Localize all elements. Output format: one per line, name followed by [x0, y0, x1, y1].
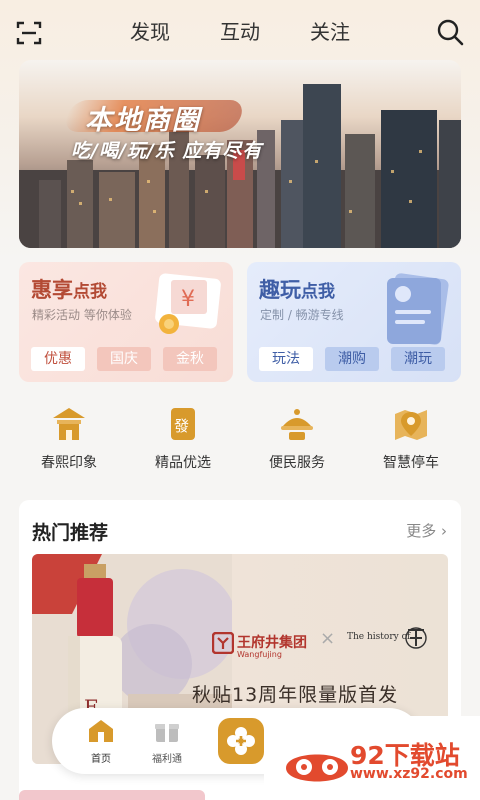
- watermark-url: www.xz92.com: [350, 766, 468, 782]
- gift-icon: [155, 724, 179, 742]
- map-pin-icon: [395, 410, 427, 440]
- service-bell-icon: [281, 409, 313, 440]
- banner-carousel[interactable]: 本地商圈 吃/喝/玩/乐 应有尽有: [19, 60, 461, 248]
- service-premium[interactable]: 發 精品优选: [133, 404, 233, 472]
- banner-subtitle: 吃/喝/玩/乐 应有尽有: [71, 140, 263, 162]
- card-title-small: 点我: [73, 282, 107, 302]
- card-tags: 玩法 潮购 潮玩: [259, 347, 445, 371]
- card-subtitle: 定制 / 畅游专线: [260, 308, 344, 322]
- service-parking[interactable]: 智慧停车: [361, 404, 461, 472]
- home-icon: [89, 720, 113, 742]
- svg-text:¥: ¥: [181, 287, 195, 312]
- dock-label: 福利通: [152, 754, 182, 765]
- tag-discount[interactable]: 优惠: [31, 347, 85, 371]
- card-title: 惠享点我: [31, 274, 107, 304]
- brand-name: 王府井集团: [237, 635, 307, 651]
- promo-card-huixiang[interactable]: 惠享点我 精彩活动 等你体验 ¥ 优惠 国庆 金秋: [19, 262, 233, 382]
- promo-card-quwan[interactable]: 趣玩点我 定制 / 畅游专线 玩法 潮购 潮玩: [247, 262, 461, 382]
- close-icon: ×: [320, 628, 336, 649]
- section-title: 热门推荐: [32, 522, 109, 544]
- card-title-main: 趣玩: [259, 277, 301, 302]
- tab-follow[interactable]: 关注: [300, 18, 360, 46]
- wangfujing-logo: [212, 632, 234, 654]
- tab-interact[interactable]: 互动: [210, 18, 270, 46]
- next-card-peek: [19, 790, 205, 800]
- dock-item-home[interactable]: 首页: [76, 718, 126, 765]
- fa-badge-icon: 發: [171, 408, 195, 440]
- banner-title: 本地商圈: [85, 105, 201, 136]
- partner-logo: [405, 627, 427, 649]
- service-label: 精品优选: [155, 455, 211, 471]
- tag-autumn[interactable]: 金秋: [163, 347, 217, 371]
- plus-icon: [227, 727, 255, 755]
- top-bar: 发现 互动 关注: [0, 0, 480, 64]
- tag-trend-shop[interactable]: 潮购: [325, 347, 379, 371]
- service-label: 春熙印象: [41, 455, 97, 471]
- brand-name-en: Wangfujing: [237, 650, 282, 659]
- red-envelope-icon: ¥: [155, 273, 221, 334]
- service-chunxi[interactable]: 春熙印象: [19, 404, 119, 472]
- tag-gameplay[interactable]: 玩法: [259, 347, 313, 371]
- dock-center-button[interactable]: [218, 718, 264, 764]
- watermark-logo: [286, 754, 348, 782]
- tag-trend-play[interactable]: 潮玩: [391, 347, 445, 371]
- chevron-right-icon: ›: [441, 522, 447, 540]
- tag-national-day[interactable]: 国庆: [97, 347, 151, 371]
- card-tags: 优惠 国庆 金秋: [31, 347, 217, 371]
- promo-headline: 秋贴13周年限量版首发: [192, 684, 399, 706]
- card-subtitle: 精彩活动 等你体验: [32, 308, 132, 322]
- service-label: 智慧停车: [383, 455, 439, 471]
- service-label: 便民服务: [269, 455, 325, 471]
- top-tabs: 发现 互动 关注: [120, 18, 360, 46]
- more-label: 更多: [406, 522, 437, 540]
- pavilion-icon: [53, 408, 85, 440]
- card-title-small: 点我: [301, 282, 335, 302]
- watermark: 92下载站 www.xz92.com: [264, 716, 480, 800]
- tab-discover[interactable]: 发现: [120, 18, 180, 46]
- svg-text:發: 發: [174, 417, 189, 435]
- search-icon[interactable]: [436, 18, 464, 46]
- dock-label: 首页: [91, 754, 111, 765]
- scan-icon[interactable]: [16, 20, 42, 46]
- more-link[interactable]: 更多 ›: [406, 520, 447, 541]
- card-title: 趣玩点我: [259, 274, 335, 304]
- card-title-main: 惠享: [31, 277, 73, 302]
- map-document-icon: [387, 273, 449, 345]
- dock-item-welfare[interactable]: 福利通: [142, 718, 192, 765]
- service-grid: 春熙印象 發 精品优选 便民服务 智慧停车: [19, 404, 461, 472]
- partner-name: The history of: [347, 632, 411, 642]
- service-convenience[interactable]: 便民服务: [247, 404, 347, 472]
